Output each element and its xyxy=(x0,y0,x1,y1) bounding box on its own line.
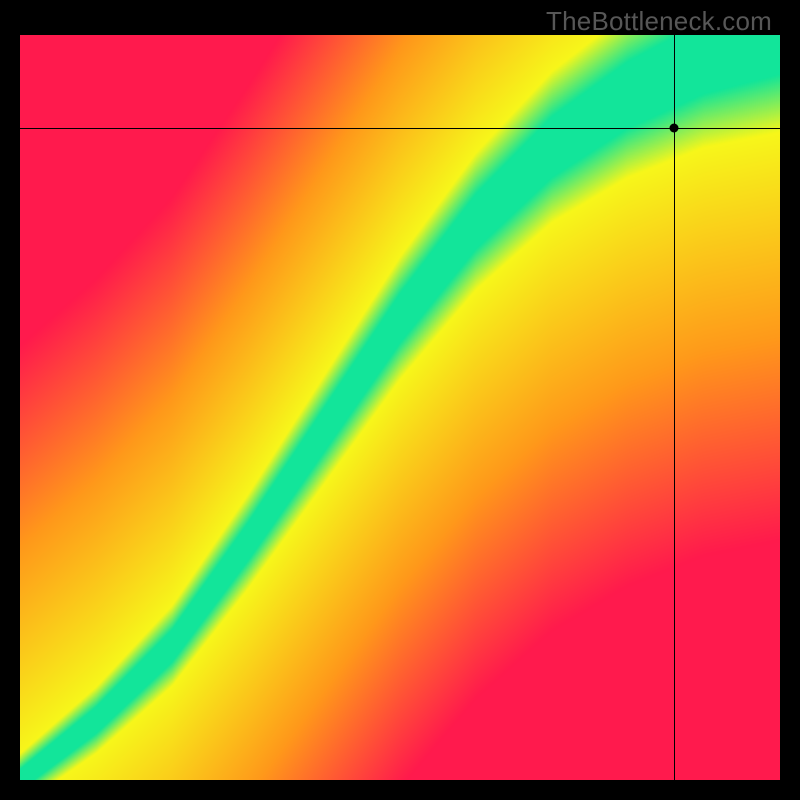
crosshair-vertical xyxy=(674,35,675,780)
heatmap-plot xyxy=(20,35,780,780)
crosshair-horizontal xyxy=(0,128,800,129)
chart-frame: TheBottleneck.com xyxy=(0,0,800,800)
watermark-text: TheBottleneck.com xyxy=(546,6,772,37)
crosshair-dot xyxy=(669,124,678,133)
heatmap-canvas xyxy=(20,35,780,780)
